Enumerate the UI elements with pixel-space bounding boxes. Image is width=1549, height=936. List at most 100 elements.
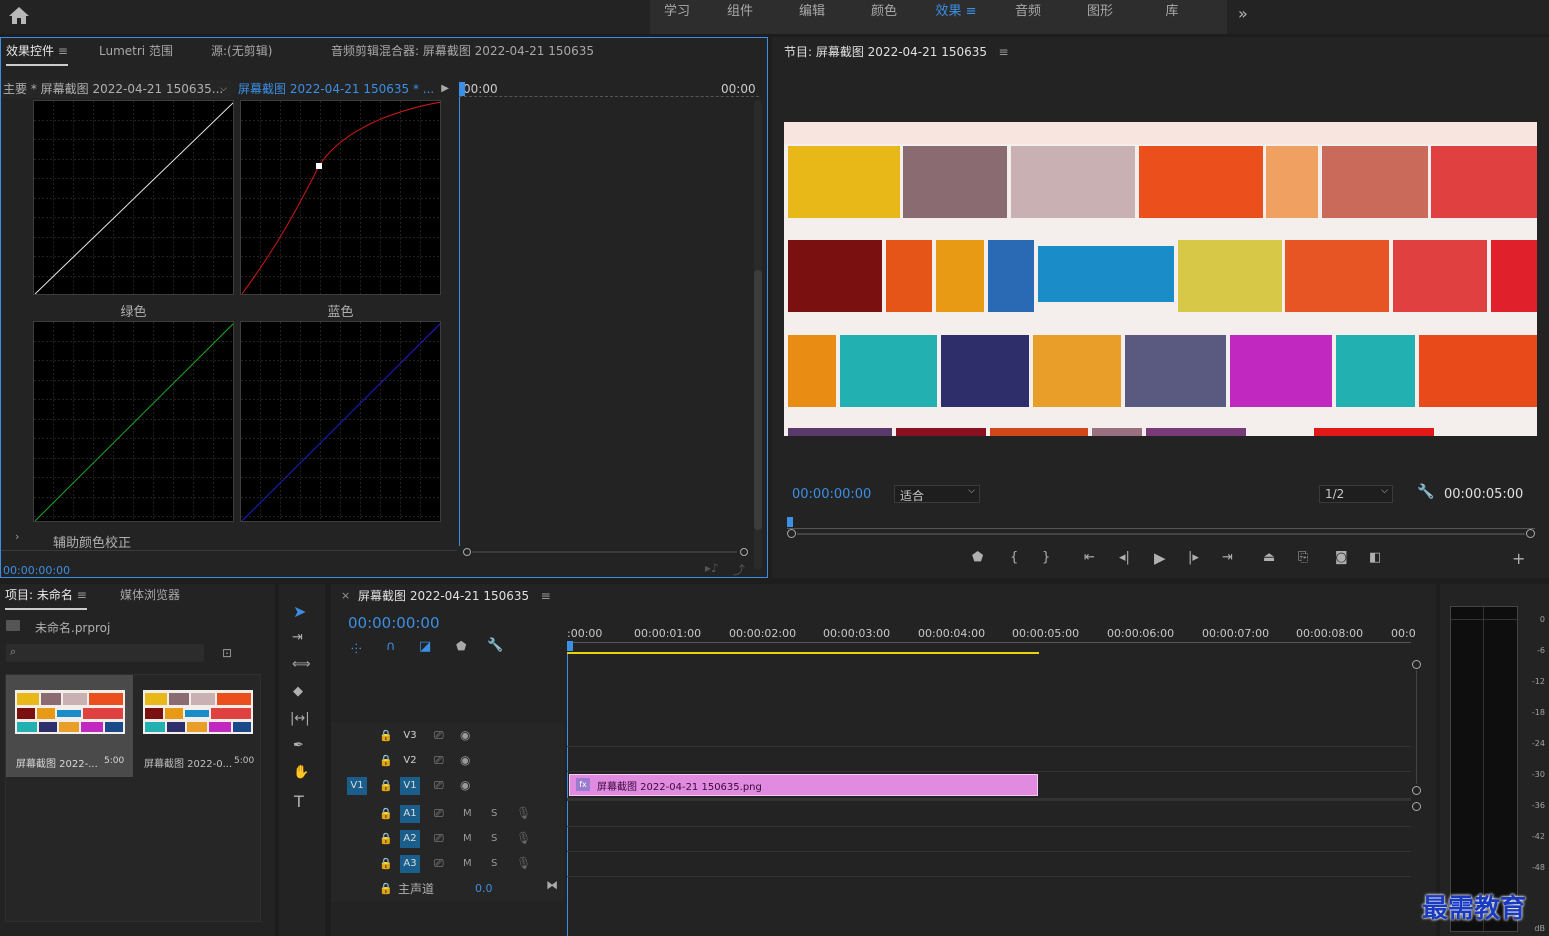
wrench-icon[interactable]: 🔧 [487, 638, 503, 653]
eye-icon[interactable]: ◉ [460, 753, 470, 767]
chevron-right-icon[interactable]: ▶ [441, 80, 449, 98]
lock-icon[interactable]: 🔒 [379, 779, 393, 792]
program-monitor-title[interactable]: 节目: 屏幕截图 2022-04-21 150635 ≡ [784, 43, 1009, 60]
secondary-color-correction-label[interactable]: 辅助颜色校正 [53, 532, 131, 551]
mute-button[interactable]: M [463, 808, 472, 819]
in-point-icon[interactable]: { [1010, 550, 1018, 565]
new-bin-icon[interactable]: ⊡ [222, 646, 232, 660]
chevron-down-icon[interactable]: ⌵ [220, 80, 227, 98]
toggle-output-icon[interactable]: ⎚ [434, 753, 444, 768]
fit-dropdown[interactable]: 适合 ⌵ [894, 485, 980, 503]
mute-button[interactable]: M [463, 858, 472, 869]
out-point-icon[interactable]: } [1042, 550, 1050, 565]
timeline-ruler[interactable]: :00:00 00:00:01:00 00:00:02:00 00:00:03:… [567, 624, 1416, 654]
project-item-thumbnail[interactable]: 屏幕截图 2022-0... 5:00 [135, 675, 261, 777]
tab-audio-clip-mixer[interactable]: 音频剪辑混合器: 屏幕截图 2022-04-21 150635 [331, 38, 594, 64]
pen-icon[interactable]: ✒ [293, 738, 304, 753]
track-label-a2[interactable]: A2 [400, 830, 420, 848]
lock-icon[interactable]: 🔒 [379, 832, 393, 845]
program-playhead-timecode[interactable]: 00:00:00:00 [792, 487, 871, 502]
step-back-icon[interactable]: ◂| [1119, 550, 1130, 565]
search-input[interactable]: ⌕ [6, 644, 204, 662]
eye-icon[interactable]: ◉ [460, 778, 470, 792]
lock-icon[interactable]: 🔒 [379, 857, 393, 870]
zoom-handle[interactable] [1412, 786, 1421, 795]
tab-learn[interactable]: 学习 [650, 0, 704, 34]
lock-icon[interactable]: 🔒 [379, 807, 393, 820]
toggle-output-icon[interactable]: ⎚ [434, 831, 444, 846]
wrench-icon[interactable]: 🔧 [1417, 484, 1434, 500]
add-marker-icon[interactable]: ⬟ [972, 550, 983, 565]
source-patch-v1[interactable]: V1 [347, 777, 367, 795]
tab-audio[interactable]: 音频 [992, 0, 1064, 34]
tab-effects[interactable]: 效果 ≡ [920, 0, 992, 34]
add-marker-icon[interactable]: ⬟ [456, 639, 466, 653]
hamburger-icon[interactable]: ≡ [999, 45, 1009, 59]
plus-icon[interactable]: + [1512, 549, 1525, 568]
red-curve-graph[interactable] [240, 100, 441, 295]
play-audio-icon[interactable]: ▸♪ [705, 561, 719, 575]
program-video-frame[interactable] [784, 122, 1537, 436]
hand-icon[interactable]: ✋ [293, 765, 309, 780]
solo-button[interactable]: S [491, 808, 497, 819]
lock-icon[interactable]: 🔒 [379, 729, 393, 742]
tab-libraries[interactable]: 库 [1136, 0, 1208, 34]
export-frame-icon[interactable]: ⤴ [733, 561, 745, 578]
camera-icon[interactable]: ◙ [1335, 550, 1348, 565]
master-volume-value[interactable]: 0.0 [475, 882, 493, 895]
lock-icon[interactable]: 🔒 [379, 754, 393, 767]
zoom-handle[interactable] [1412, 660, 1421, 669]
lock-icon[interactable]: 🔒 [379, 882, 393, 895]
go-to-in-icon[interactable]: ⇤ [1084, 550, 1095, 565]
timeline-timecode[interactable]: 00:00:00:00 [348, 614, 440, 632]
linked-icon[interactable]: ∩ [386, 639, 396, 654]
home-icon[interactable] [6, 4, 32, 26]
go-to-end-icon[interactable]: ⧓ [546, 878, 558, 892]
close-icon[interactable]: × [341, 589, 350, 602]
microphone-icon[interactable]: 🎙 [516, 831, 531, 845]
tab-effect-controls[interactable]: 效果控件 ≡ [6, 38, 68, 66]
video-clip[interactable]: fx 屏幕截图 2022-04-21 150635.png [569, 774, 1038, 796]
more-workspaces-button[interactable]: » [1238, 4, 1248, 23]
microphone-icon[interactable]: 🎙 [516, 856, 531, 870]
sequence-tab[interactable]: 屏幕截图 2022-04-21 150635 ≡ [358, 587, 551, 604]
slip-icon[interactable]: |↔| [290, 711, 310, 726]
eye-icon[interactable]: ◉ [460, 728, 470, 742]
project-item-thumbnail[interactable]: 屏幕截图 2022-... 5:00 [6, 675, 133, 777]
toggle-output-icon[interactable]: ⎚ [434, 728, 444, 743]
track-label-a3[interactable]: A3 [400, 855, 420, 873]
microphone-icon[interactable]: 🎙 [516, 806, 531, 820]
zoom-handle[interactable] [1412, 802, 1421, 811]
master-clip-selector[interactable]: 主要 * 屏幕截图 2022-04-21 150635... ⌵ [1, 80, 231, 98]
track-label-v3[interactable]: V3 [400, 727, 420, 745]
tab-source[interactable]: 源:(无剪辑) [211, 38, 272, 64]
resolution-dropdown[interactable]: 1/2 ⌵ [1319, 485, 1393, 503]
compare-icon[interactable]: ◧ [1369, 550, 1381, 565]
effects-timecode[interactable]: 00:00:00:00 [3, 564, 70, 577]
toggle-output-icon[interactable]: ⎚ [434, 856, 444, 871]
tab-project[interactable]: 项目: 未命名 ≡ [5, 582, 87, 610]
mute-button[interactable]: M [463, 833, 472, 844]
effects-zoom-scrollbar[interactable] [463, 547, 748, 557]
solo-button[interactable]: S [491, 858, 497, 869]
razor-icon[interactable]: ◆ [293, 684, 303, 699]
type-icon[interactable]: T [294, 792, 304, 811]
luma-curve-graph[interactable] [33, 100, 234, 295]
tab-graphics[interactable]: 图形 [1064, 0, 1136, 34]
hamburger-icon[interactable]: ≡ [58, 44, 68, 58]
toggle-output-icon[interactable]: ⎚ [434, 806, 444, 821]
hamburger-icon[interactable]: ≡ [541, 589, 551, 603]
hamburger-icon[interactable]: ≡ [77, 588, 87, 602]
go-to-out-icon[interactable]: ⇥ [1222, 550, 1233, 565]
tab-editing[interactable]: 编辑 [776, 0, 848, 34]
tab-color[interactable]: 颜色 [848, 0, 920, 34]
track-select-icon[interactable]: ⇥ [292, 630, 303, 645]
chevron-right-icon[interactable]: › [15, 530, 19, 543]
solo-button[interactable]: S [491, 833, 497, 844]
tab-assembly[interactable]: 组件 [704, 0, 776, 34]
hamburger-icon[interactable]: ≡ [966, 4, 977, 19]
effects-vertical-scrollbar[interactable] [754, 100, 762, 570]
track-label-a1[interactable]: A1 [400, 805, 420, 823]
program-zoom-scrollbar[interactable] [787, 529, 1535, 539]
program-time-ruler[interactable] [787, 517, 1535, 529]
